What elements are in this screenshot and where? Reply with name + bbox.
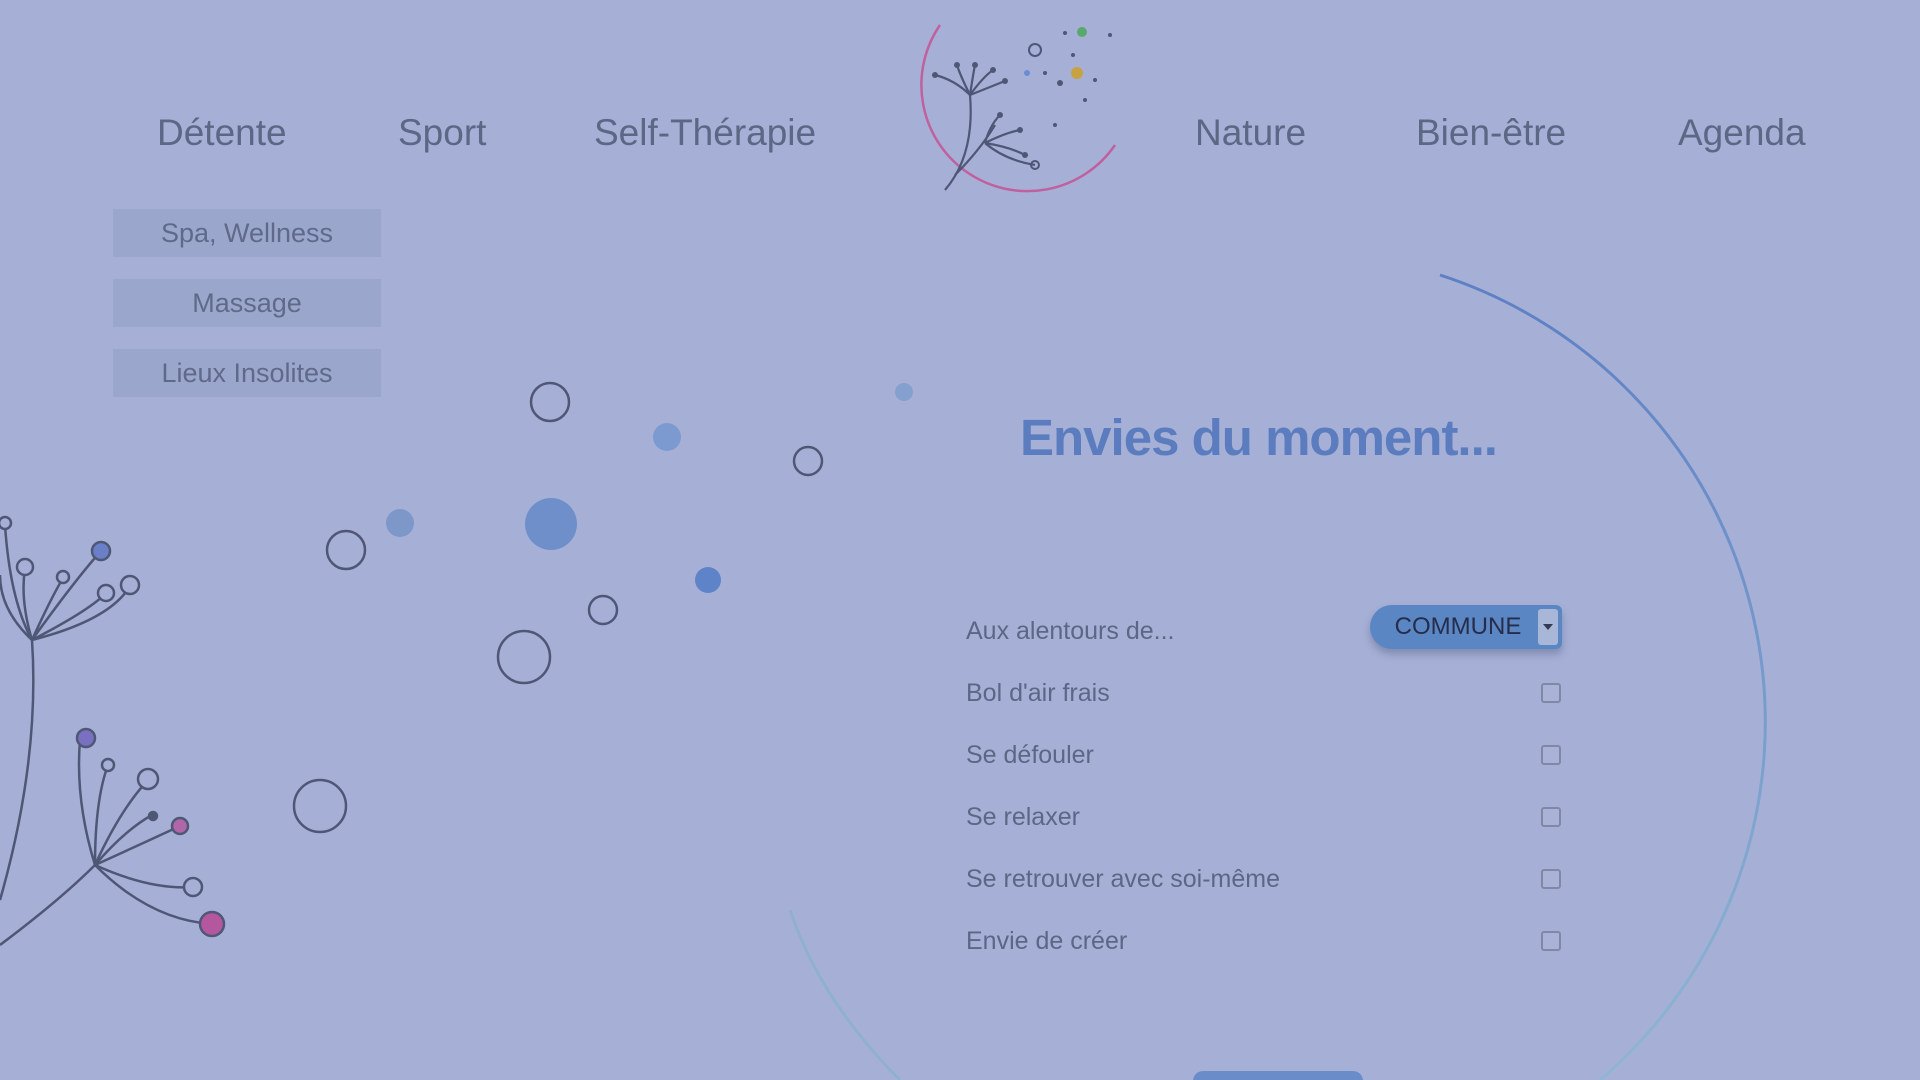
option-checkbox-se-relaxer[interactable]	[1541, 807, 1561, 827]
option-label: Envie de créer	[966, 926, 1128, 955]
commune-select[interactable]: COMMUNE	[1370, 605, 1562, 649]
bubbles	[292, 381, 824, 834]
option-label: Se défouler	[966, 740, 1094, 769]
location-label: Aux alentours de...	[966, 616, 1175, 645]
nav-item-sport[interactable]: Sport	[398, 108, 486, 158]
commune-select-value: COMMUNE	[1394, 613, 1522, 640]
location-row: Aux alentours de... COMMUNE	[966, 600, 1566, 662]
option-label: Se relaxer	[966, 802, 1080, 831]
option-row: Se défouler	[966, 724, 1566, 786]
nav-item-bien-etre[interactable]: Bien-être	[1416, 108, 1566, 158]
option-row: Se relaxer	[966, 786, 1566, 848]
option-checkbox-se-defouler[interactable]	[1541, 745, 1561, 765]
nav-item-agenda[interactable]: Agenda	[1678, 108, 1806, 158]
option-row: Se retrouver avec soi-même	[966, 848, 1566, 910]
submenu-item-lieux-insolites[interactable]: Lieux Insolites	[113, 349, 381, 397]
nav-item-self-therapie[interactable]: Self-Thérapie	[594, 108, 816, 158]
submit-button[interactable]	[1193, 1071, 1363, 1080]
option-row: Envie de créer	[966, 910, 1566, 972]
filled-bubbles	[386, 383, 913, 593]
envies-form: Aux alentours de... COMMUNE Bol d'air fr…	[966, 600, 1566, 972]
submenu-detente: Spa, Wellness Massage Lieux Insolites	[113, 209, 381, 419]
background-arc-lower	[788, 909, 902, 1080]
page-title: Envies du moment...	[1020, 409, 1498, 466]
submenu-item-spa-wellness[interactable]: Spa, Wellness	[113, 209, 381, 257]
dandelion-upper	[0, 515, 141, 901]
option-label: Bol d'air frais	[966, 678, 1110, 707]
nav-item-detente[interactable]: Détente	[157, 108, 287, 158]
dandelion-logo-icon[interactable]	[895, 15, 1135, 225]
option-checkbox-envie-de-creer[interactable]	[1541, 931, 1561, 951]
chevron-down-icon[interactable]	[1538, 609, 1558, 645]
submenu-item-massage[interactable]: Massage	[113, 279, 381, 327]
dandelion-lower	[0, 727, 226, 946]
option-checkbox-se-retrouver[interactable]	[1541, 869, 1561, 889]
option-checkbox-bol-d-air-frais[interactable]	[1541, 683, 1561, 703]
option-label: Se retrouver avec soi-même	[966, 864, 1281, 893]
nav-item-nature[interactable]: Nature	[1195, 108, 1306, 158]
option-row: Bol d'air frais	[966, 662, 1566, 724]
